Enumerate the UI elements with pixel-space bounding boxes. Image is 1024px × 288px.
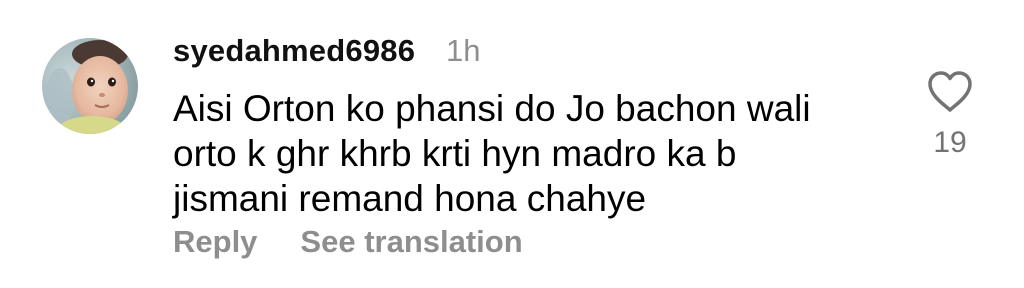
comment-timestamp: 1h	[446, 33, 481, 68]
reply-button[interactable]: Reply	[173, 224, 257, 259]
comment-text: Aisi Orton ko phansi do Jo bachon wali o…	[173, 86, 893, 221]
comment-text-line: orto k ghr khrb krti hyn madro ka b	[173, 133, 737, 174]
baby-photo-avatar-icon	[42, 38, 138, 134]
comment-text-line: Aisi Orton ko phansi do Jo bachon wali	[173, 88, 811, 129]
comment-username[interactable]: syedahmed6986	[173, 33, 415, 69]
avatar[interactable]	[42, 38, 138, 134]
comment-text-line: jismani remand hona chahye	[173, 178, 647, 219]
heart-outline-icon	[928, 71, 972, 112]
see-translation-button[interactable]: See translation	[300, 224, 522, 259]
comment-item: syedahmed6986 1h Aisi Orton ko phansi do…	[0, 0, 1024, 288]
like-button[interactable]	[926, 70, 974, 114]
like-count: 19	[933, 126, 967, 159]
comment-actions: Reply See translation	[173, 224, 523, 260]
